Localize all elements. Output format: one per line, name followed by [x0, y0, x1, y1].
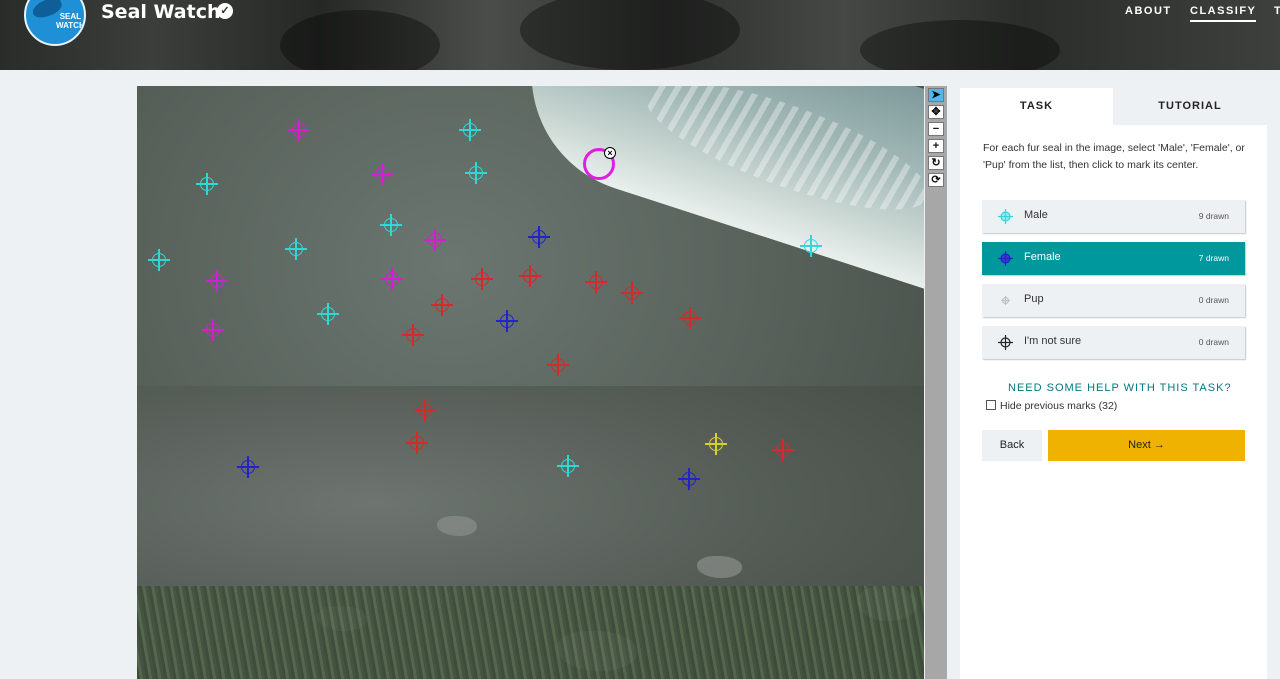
project-logo[interactable]: SEAL WATCH	[24, 0, 86, 46]
pup-crosshair-icon	[1001, 296, 1010, 305]
pointer-icon[interactable]: ➤	[928, 88, 944, 102]
not-sure-crosshair-icon	[998, 335, 1013, 350]
seal-mark[interactable]	[679, 307, 701, 329]
choice-label: Female	[1024, 251, 1061, 263]
female-crosshair-icon	[998, 251, 1013, 266]
seal-mark[interactable]	[547, 354, 569, 376]
choice-count: 0 drawn	[1198, 295, 1229, 305]
seal-mark[interactable]	[459, 119, 481, 141]
choice-count: 9 drawn	[1198, 211, 1229, 221]
seal-mark[interactable]	[800, 235, 822, 257]
seal-mark[interactable]	[202, 319, 224, 341]
site-header: SEAL WATCH Seal Watch ✓ ABOUT CLASSIFY T	[0, 0, 1280, 70]
choice-pup[interactable]: Pup 0 drawn	[982, 284, 1245, 317]
delete-mark-icon[interactable]: ×	[604, 147, 616, 159]
seal-mark[interactable]	[431, 294, 453, 316]
hide-marks-label: Hide previous marks (32)	[1000, 400, 1118, 412]
seal-mark[interactable]	[528, 226, 550, 248]
choice-label: I'm not sure	[1024, 335, 1082, 347]
seal-mark[interactable]	[148, 249, 170, 271]
seal-mark[interactable]	[317, 303, 339, 325]
tab-task[interactable]: TASK	[960, 88, 1113, 125]
seal-mark[interactable]	[406, 432, 428, 454]
seal-mark[interactable]	[380, 214, 402, 236]
move-icon[interactable]: ✥	[928, 105, 944, 119]
seal-mark[interactable]	[557, 455, 579, 477]
seal-mark[interactable]	[424, 229, 446, 251]
tab-tutorial[interactable]: TUTORIAL	[1113, 88, 1267, 125]
seal-mark[interactable]	[381, 268, 403, 290]
logo-text: SEAL WATCH	[56, 12, 85, 30]
choice-count: 7 drawn	[1198, 253, 1229, 263]
nav-talk[interactable]: T	[1274, 5, 1280, 17]
choice-not-sure[interactable]: I'm not sure 0 drawn	[982, 326, 1245, 359]
tussock-grass	[137, 586, 924, 679]
choice-female[interactable]: Female 7 drawn	[982, 242, 1245, 275]
seal-mark[interactable]	[519, 265, 541, 287]
seal-mark[interactable]	[772, 439, 794, 461]
seal-mark[interactable]	[621, 282, 643, 304]
choice-label: Male	[1024, 209, 1048, 221]
choice-count: 0 drawn	[1198, 337, 1229, 347]
seal-mark[interactable]	[585, 271, 607, 293]
panel-tabs: TASK TUTORIAL	[960, 88, 1267, 125]
subject-image[interactable]: ×	[137, 86, 924, 679]
task-instructions: For each fur seal in the image, select '…	[983, 142, 1245, 171]
reset-icon[interactable]: ⟳	[928, 173, 944, 187]
verified-icon: ✓	[217, 3, 233, 19]
next-button[interactable]: Next →	[1048, 430, 1245, 461]
nav-about[interactable]: ABOUT	[1125, 5, 1172, 17]
hide-marks-checkbox[interactable]	[986, 400, 996, 410]
seal-mark[interactable]	[237, 456, 259, 478]
seal-mark[interactable]	[285, 238, 307, 260]
rotate-icon[interactable]: ↻	[928, 156, 944, 170]
project-title[interactable]: Seal Watch	[101, 1, 221, 23]
seal-mark[interactable]	[206, 270, 228, 292]
back-button[interactable]: Back	[982, 430, 1042, 461]
seal-mark[interactable]	[402, 324, 424, 346]
seal-mark[interactable]	[371, 163, 393, 185]
seal-mark[interactable]	[288, 119, 310, 141]
seal-mark[interactable]	[465, 162, 487, 184]
seal-mark[interactable]	[705, 433, 727, 455]
seal-mark[interactable]	[678, 468, 700, 490]
seal-mark[interactable]	[471, 268, 493, 290]
zoom-in-icon[interactable]: +	[928, 139, 944, 153]
help-link[interactable]: NEED SOME HELP WITH THIS TASK?	[1008, 382, 1232, 394]
seal-mark[interactable]	[414, 399, 436, 421]
zoom-out-icon[interactable]: −	[928, 122, 944, 136]
task-panel: TASK TUTORIAL For each fur seal in the i…	[960, 88, 1267, 679]
hide-marks-row[interactable]: Hide previous marks (32)	[986, 400, 1117, 412]
nav-classify[interactable]: CLASSIFY	[1190, 5, 1257, 22]
male-crosshair-icon	[998, 209, 1013, 224]
seal-mark[interactable]	[496, 310, 518, 332]
viewer-toolbar: ➤ ✥ − + ↻ ⟳	[925, 86, 947, 679]
choice-male[interactable]: Male 9 drawn	[982, 200, 1245, 233]
choice-label: Pup	[1024, 293, 1044, 305]
seal-mark[interactable]	[196, 173, 218, 195]
